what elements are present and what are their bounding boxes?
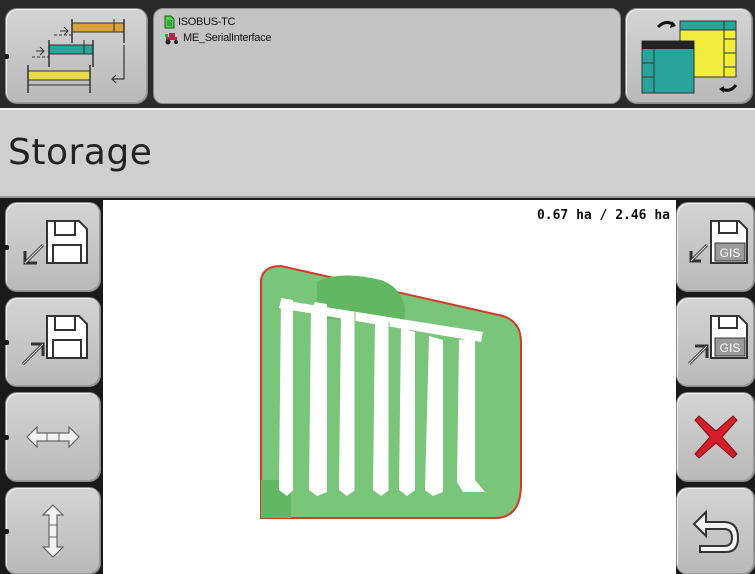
move-horizontal-button[interactable] xyxy=(5,392,101,482)
export-to-disk-button[interactable] xyxy=(5,297,101,387)
switch-view-icon xyxy=(641,20,737,94)
export-gis-button[interactable]: GIS xyxy=(676,297,755,387)
title-bar: Storage xyxy=(0,108,755,198)
import-from-disk-icon xyxy=(23,220,88,265)
implement-line: ME_SerialInterface xyxy=(164,31,271,45)
left-toolbar xyxy=(0,200,103,574)
export-gis-icon: GIS xyxy=(687,315,748,366)
gis-badge: GIS xyxy=(719,246,740,260)
import-gis-icon: GIS xyxy=(689,220,748,264)
back-icon xyxy=(692,509,739,553)
top-bar: ISOBUS-TC ME_SerialInterface xyxy=(0,0,755,108)
move-vertical-icon xyxy=(41,504,65,558)
tractor-icon xyxy=(165,33,178,45)
document-icon xyxy=(164,15,175,29)
task-overview-button[interactable] xyxy=(5,8,148,104)
back-button[interactable] xyxy=(676,487,755,574)
import-from-disk-button[interactable] xyxy=(5,202,101,292)
cancel-button[interactable] xyxy=(676,392,755,482)
device-name: ISOBUS-TC xyxy=(178,16,236,28)
import-gis-button[interactable]: GIS xyxy=(676,202,755,292)
device-line: ISOBUS-TC xyxy=(164,15,236,29)
move-horizontal-icon xyxy=(26,425,80,449)
cancel-icon xyxy=(693,415,738,459)
task-list-icon xyxy=(27,19,125,93)
task-info-panel: ISOBUS-TC ME_SerialInterface xyxy=(153,8,621,104)
gis-badge: GIS xyxy=(719,341,740,355)
page-title: Storage xyxy=(8,132,153,173)
coverage-map xyxy=(260,264,522,519)
move-vertical-button[interactable] xyxy=(5,487,101,574)
field-map[interactable]: 0.67 ha / 2.46 ha xyxy=(103,200,676,574)
implement-name: ME_SerialInterface xyxy=(183,32,272,44)
export-to-disk-icon xyxy=(21,315,88,366)
right-toolbar: GIS GIS xyxy=(676,200,755,574)
switch-view-button[interactable] xyxy=(625,8,753,104)
